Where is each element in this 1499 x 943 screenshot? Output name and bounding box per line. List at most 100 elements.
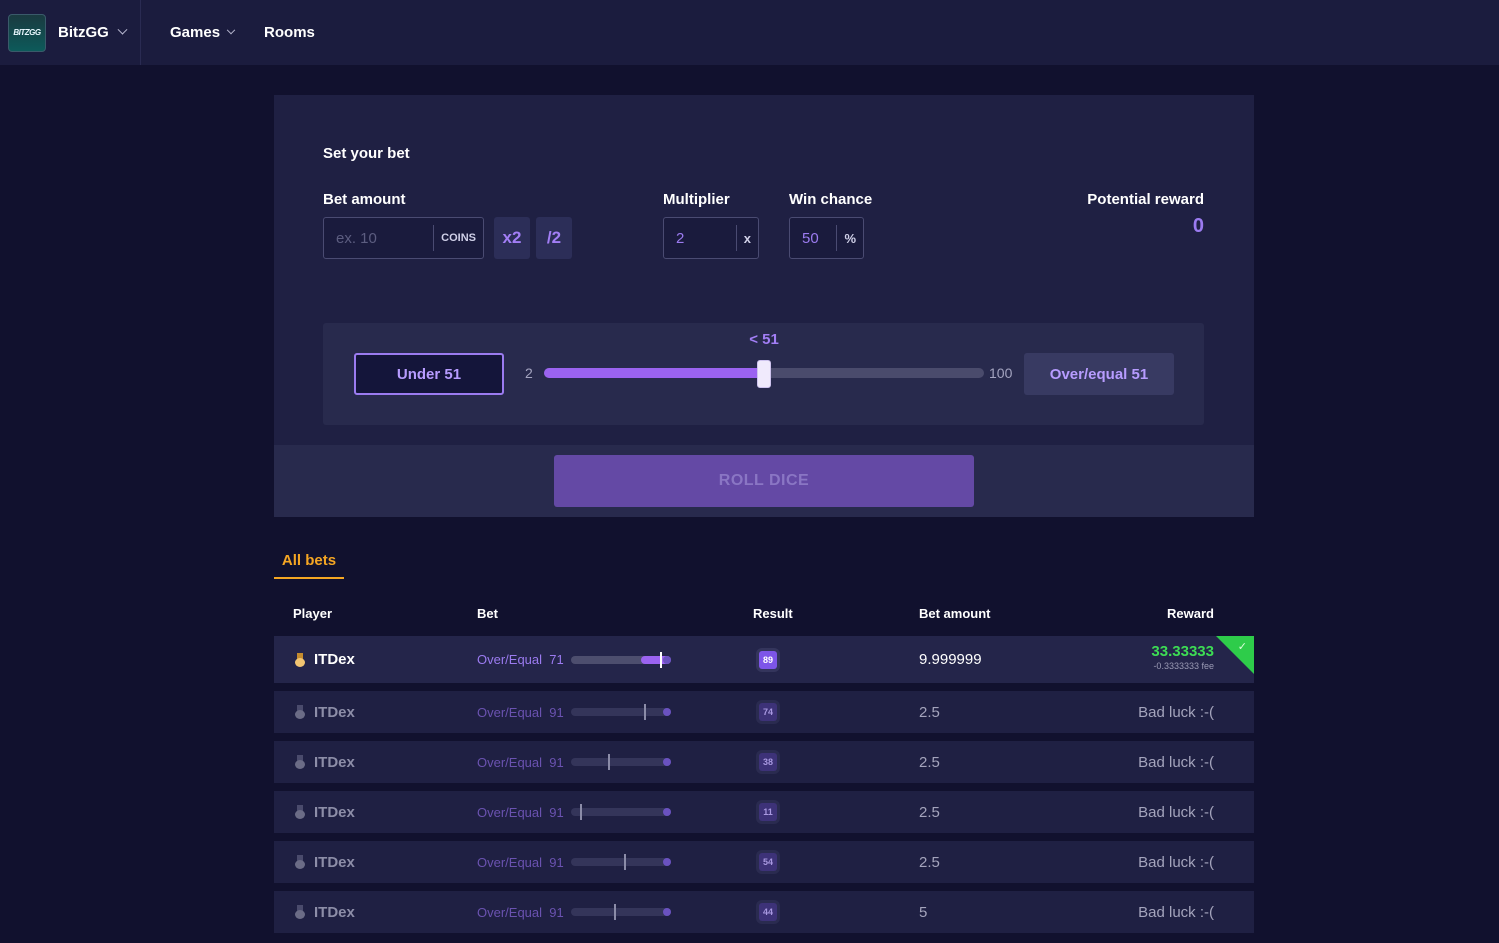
- logo-text: BITZGG: [13, 28, 41, 37]
- reward-cell: Bad luck :-(: [1138, 753, 1214, 771]
- player-cell[interactable]: ITDex: [294, 791, 355, 833]
- bet-amount-cell: 2.5: [919, 703, 940, 721]
- medal-icon: [294, 652, 306, 667]
- table-row[interactable]: ITDex Over/Equal 91 11 2.5 Bad luck :-(: [274, 791, 1254, 833]
- win-chance-field[interactable]: 50 %: [789, 217, 864, 259]
- top-navbar: BITZGG BitzGG Games Rooms: [0, 0, 1499, 65]
- table-row[interactable]: ITDex Over/Equal 91 44 5 Bad luck :-(: [274, 891, 1254, 933]
- nav-rooms-label: Rooms: [264, 24, 315, 41]
- tab-all-bets[interactable]: All bets: [274, 549, 344, 579]
- check-icon: ✓: [1237, 641, 1247, 653]
- coins-unit: COINS: [433, 225, 483, 251]
- reward-cell: 33.33333 -0.3333333 fee: [1151, 643, 1214, 671]
- result-badge: 38: [759, 753, 777, 771]
- reward-value: 33.33333: [1151, 643, 1214, 660]
- dice-slider-thumb[interactable]: [757, 360, 771, 388]
- bet-target: 91: [549, 804, 564, 820]
- bet-target: 91: [549, 704, 564, 720]
- slider-value-label: < 51: [749, 331, 779, 348]
- reward-cell: Bad luck :-(: [1138, 703, 1214, 721]
- bet-type: Over/Equal: [477, 652, 543, 667]
- bet-amount-cell: 2.5: [919, 853, 940, 871]
- player-name: ITDex: [314, 853, 355, 871]
- player-name: ITDex: [314, 651, 355, 668]
- bet-range-dot: [663, 758, 671, 766]
- brand-switcher[interactable]: BITZGG BitzGG: [0, 0, 141, 65]
- result-badge: 54: [759, 853, 777, 871]
- header-player: Player: [293, 606, 333, 621]
- table-row[interactable]: ITDex Over/Equal 91 74 2.5 Bad luck :-(: [274, 691, 1254, 733]
- player-name: ITDex: [314, 703, 355, 721]
- result-badge: 89: [759, 650, 777, 669]
- table-row[interactable]: ITDex Over/Equal 71 89 9.999999 33.33333…: [274, 636, 1254, 683]
- bet-range-dot: [663, 655, 671, 664]
- medal-icon: [294, 705, 306, 719]
- potential-reward-label: Potential reward: [1087, 191, 1204, 208]
- player-cell[interactable]: ITDex: [294, 891, 355, 933]
- win-chance-label: Win chance: [789, 191, 873, 208]
- result-marker: [580, 804, 583, 820]
- bet-amount-input[interactable]: ex. 10: [324, 230, 433, 247]
- dice-slider-track[interactable]: [544, 360, 984, 388]
- dice-slider-fill: [544, 368, 764, 378]
- bet-cell: Over/Equal 91: [477, 891, 564, 933]
- bet-amount-field[interactable]: ex. 10 COINS: [323, 217, 484, 259]
- bet-cell: Over/Equal 91: [477, 791, 564, 833]
- result-marker: [644, 704, 647, 720]
- header-result: Result: [753, 606, 793, 621]
- slider-max-label: 100: [989, 365, 1013, 381]
- table-row[interactable]: ITDex Over/Equal 91 38 2.5 Bad luck :-(: [274, 741, 1254, 783]
- double-bet-button[interactable]: x2: [494, 217, 530, 259]
- bet-target: 91: [549, 854, 564, 870]
- potential-reward-value: 0: [1192, 215, 1204, 237]
- player-cell[interactable]: ITDex: [294, 691, 355, 733]
- medal-icon: [294, 805, 306, 819]
- bet-range-dot: [663, 858, 671, 866]
- over-button[interactable]: Over/equal 51: [1024, 353, 1174, 395]
- multiplier-label: Multiplier: [663, 191, 730, 208]
- roll-dice-button[interactable]: ROLL DICE: [554, 455, 974, 507]
- bet-target: 71: [549, 652, 564, 667]
- player-name: ITDex: [314, 903, 355, 921]
- reward-cell: Bad luck :-(: [1138, 853, 1214, 871]
- bet-type: Over/Equal: [477, 754, 543, 770]
- nav-rooms[interactable]: Rooms: [264, 24, 315, 41]
- player-cell[interactable]: ITDex: [294, 841, 355, 883]
- player-name: ITDex: [314, 753, 355, 771]
- chevron-down-icon: [226, 25, 236, 34]
- half-bet-button[interactable]: /2: [536, 217, 572, 259]
- nav-games-label: Games: [170, 24, 221, 41]
- slider-min-label: 2: [525, 365, 533, 381]
- chevron-down-icon: [117, 24, 128, 35]
- player-cell[interactable]: ITDex: [294, 741, 355, 783]
- header-bet: Bet: [477, 606, 498, 621]
- result-marker: [659, 651, 662, 668]
- brand-name: BitzGG: [58, 24, 109, 41]
- win-corner: [1216, 636, 1254, 674]
- bet-amount-cell: 2.5: [919, 753, 940, 771]
- result-badge: 44: [759, 903, 777, 921]
- bet-type: Over/Equal: [477, 704, 543, 720]
- bet-range-bar: [571, 754, 671, 770]
- multiplier-field[interactable]: 2 x: [663, 217, 759, 259]
- bet-range-bar: [571, 904, 671, 920]
- bet-panel-title: Set your bet: [323, 145, 410, 162]
- medal-icon: [294, 905, 306, 919]
- result-badge: 74: [759, 703, 777, 721]
- bet-type: Over/Equal: [477, 804, 543, 820]
- reward-cell: Bad luck :-(: [1138, 903, 1214, 921]
- bet-amount-cell: 9.999999: [919, 651, 982, 668]
- reward-cell: Bad luck :-(: [1138, 803, 1214, 821]
- percent-unit: %: [836, 225, 863, 251]
- player-name: ITDex: [314, 803, 355, 821]
- bet-type: Over/Equal: [477, 904, 543, 920]
- nav-games[interactable]: Games: [170, 24, 236, 41]
- under-button[interactable]: Under 51: [354, 353, 504, 395]
- table-row[interactable]: ITDex Over/Equal 91 54 2.5 Bad luck :-(: [274, 841, 1254, 883]
- bet-cell: Over/Equal 91: [477, 741, 564, 783]
- bet-amount-label: Bet amount: [323, 191, 406, 208]
- player-cell[interactable]: ITDex: [294, 636, 355, 683]
- win-chance-input[interactable]: 50: [790, 230, 836, 247]
- multiplier-input[interactable]: 2: [664, 230, 736, 247]
- bet-amount-cell: 2.5: [919, 803, 940, 821]
